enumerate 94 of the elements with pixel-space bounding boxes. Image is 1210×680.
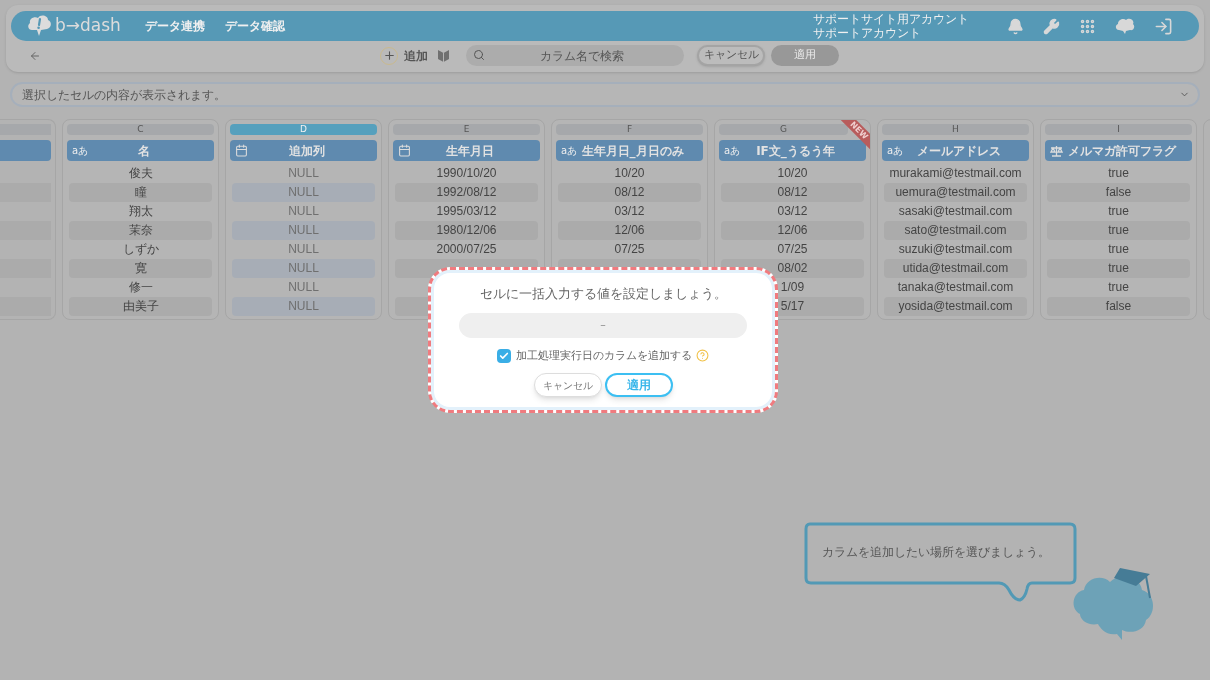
column-header[interactable]: aあ 名 — [67, 140, 214, 161]
table-cell[interactable]: 08/12 — [721, 183, 864, 202]
table-cell[interactable]: yosida@testmail.com — [884, 297, 1027, 316]
table-cell[interactable]: NULL — [232, 240, 375, 259]
table-cell[interactable]: 12/06 — [558, 221, 701, 240]
table-cell[interactable]: sato@testmail.com — [884, 221, 1027, 240]
add-button[interactable]: 追加 — [380, 46, 428, 65]
type-label: aあ — [72, 145, 89, 156]
nav-link[interactable]: データ連携 — [144, 17, 205, 35]
cancel-button[interactable]: キャンセル — [533, 373, 602, 397]
value-field[interactable]: – — [459, 312, 747, 338]
hint-text: カラムを追加したい場所を選びましょう。 — [822, 544, 1050, 561]
table-cell[interactable]: 1995/03/12 — [395, 202, 538, 221]
column-header[interactable]: 生年月日 — [393, 140, 540, 161]
login-icon[interactable] — [1154, 16, 1173, 36]
wrench-icon[interactable] — [1043, 17, 1060, 35]
table-cell[interactable]: sasaki@testmail.com — [884, 202, 1027, 221]
table-cell[interactable]: 10/20 — [721, 164, 864, 183]
table-cell[interactable]: 07/25 — [558, 240, 701, 259]
nav-link[interactable]: データ確認 — [224, 17, 285, 35]
table-cell[interactable]: 03/12 — [721, 202, 864, 221]
table-cell[interactable]: NULL — [232, 202, 375, 221]
column-letter[interactable]: E — [393, 124, 540, 135]
table-cell[interactable]: 瞳 — [69, 183, 212, 202]
table-cell[interactable]: NULL — [232, 221, 375, 240]
table-cell[interactable]: NULL — [232, 164, 375, 183]
bell-icon[interactable] — [1007, 17, 1024, 35]
apply-button[interactable]: 適用 — [771, 45, 839, 66]
table-cell[interactable]: true — [1047, 221, 1190, 240]
column-letter[interactable]: C — [67, 124, 214, 135]
checkbox-label: 加工処理実行日のカラムを追加する — [516, 347, 692, 364]
table-cell[interactable]: NULL — [232, 278, 375, 297]
column-letter[interactable]: H — [882, 124, 1029, 135]
table-cell[interactable]: NULL — [232, 297, 375, 316]
scale-icon — [1050, 144, 1063, 157]
help-icon[interactable] — [696, 349, 709, 363]
calendar-icon — [398, 144, 411, 157]
search-field[interactable]: カラム名で検索 — [466, 45, 684, 66]
table-cell[interactable]: 修一 — [69, 278, 212, 297]
column-header[interactable]: aあ 生年月日_月日のみ — [556, 140, 703, 161]
column-header[interactable]: 追加列 — [230, 140, 377, 161]
cell-content-field[interactable]: 選択したセルの内容が表示されます。 — [10, 82, 1200, 107]
table-cell[interactable]: suzuki@testmail.com — [884, 240, 1027, 259]
column-letter[interactable]: F — [556, 124, 703, 135]
table-cell[interactable]: 1980/12/06 — [395, 221, 538, 240]
column-letter[interactable]: I — [1045, 124, 1192, 135]
column-letter[interactable]: D — [230, 124, 377, 135]
table-cell[interactable]: 翔太 — [69, 202, 212, 221]
table-cell[interactable]: 1992/08/12 — [395, 183, 538, 202]
account-name: サポートサイト用アカウント — [813, 12, 969, 26]
column-header[interactable]: aあ IF文_うるう年 — [719, 140, 866, 161]
table-cell[interactable]: 茉奈 — [69, 221, 212, 240]
grid-icon[interactable] — [1079, 17, 1096, 35]
plus-icon — [382, 49, 396, 62]
column-header[interactable]: メルマガ許可フラグ — [1045, 140, 1192, 161]
column-letter[interactable]: G — [719, 124, 848, 135]
table-cell[interactable]: false — [1047, 183, 1190, 202]
table-cell[interactable]: しずか — [69, 240, 212, 259]
table-cell[interactable]: false — [1047, 297, 1190, 316]
table-cell[interactable]: utida@testmail.com — [884, 259, 1027, 278]
account-name: サポートアカウント — [813, 26, 922, 40]
table-cell[interactable]: 俊夫 — [69, 164, 212, 183]
table-cell[interactable]: tanaka@testmail.com — [884, 278, 1027, 297]
table-cell[interactable]: true — [1047, 259, 1190, 278]
table-cell[interactable]: NULL — [232, 259, 375, 278]
table-cell[interactable]: 03/12 — [558, 202, 701, 221]
type-label: aあ — [561, 145, 578, 156]
table-cell[interactable]: 1990/10/20 — [395, 164, 538, 183]
table-cell[interactable]: 12/06 — [721, 221, 864, 240]
table-cell[interactable]: 08/12 — [558, 183, 701, 202]
logo-icon — [27, 14, 53, 38]
column-header[interactable]: aあ メールアドレス — [882, 140, 1029, 161]
table-cell[interactable]: true — [1047, 202, 1190, 221]
table-cell[interactable]: true — [1047, 164, 1190, 183]
search-icon — [473, 49, 485, 61]
table-cell[interactable]: 10/20 — [558, 164, 701, 183]
apply-button[interactable]: 適用 — [604, 373, 673, 397]
cancel-button[interactable]: キャンセル — [697, 45, 765, 66]
table-cell[interactable]: true — [1047, 240, 1190, 259]
table-cell[interactable]: murakami@testmail.com — [884, 164, 1027, 183]
table-cell[interactable]: 07/25 — [721, 240, 864, 259]
logo-text: b→dash — [55, 14, 121, 38]
back-icon[interactable] — [29, 49, 41, 62]
table-cell[interactable]: uemura@testmail.com — [884, 183, 1027, 202]
calendar-icon — [235, 144, 248, 157]
table-cell[interactable]: 由美子 — [69, 297, 212, 316]
table-cell[interactable]: 寛 — [69, 259, 212, 278]
table-cell[interactable]: 2000/07/25 — [395, 240, 538, 259]
type-label: aあ — [724, 145, 741, 156]
table-cell[interactable]: true — [1047, 278, 1190, 297]
type-label: aあ — [887, 145, 904, 156]
cloud-icon[interactable] — [1115, 17, 1135, 35]
table-cell[interactable]: NULL — [232, 183, 375, 202]
checkbox[interactable] — [497, 348, 511, 363]
